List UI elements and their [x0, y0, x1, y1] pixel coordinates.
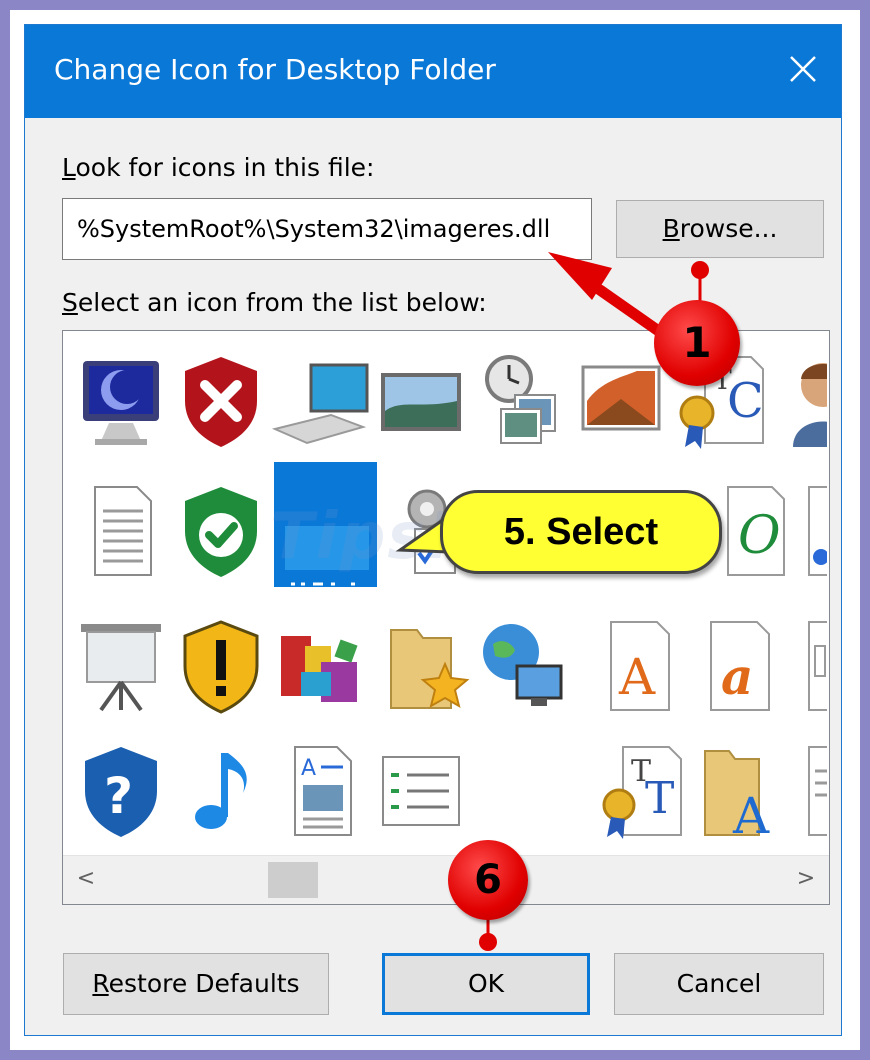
partial-icon[interactable]	[803, 616, 827, 716]
svg-text:T: T	[645, 773, 674, 824]
step-6-marker: 6	[448, 840, 528, 920]
projector-screen-icon[interactable]	[71, 616, 171, 716]
font-folder-icon[interactable]: A	[693, 741, 793, 841]
text-document-icon[interactable]	[71, 481, 171, 581]
scroll-thumb[interactable]	[268, 862, 318, 898]
shield-warning-icon[interactable]	[171, 616, 271, 716]
restore-defaults-button[interactable]: Restore Defaults	[63, 953, 329, 1015]
scroll-right-button[interactable]: >	[789, 862, 823, 896]
select-callout: 5. Select	[440, 490, 722, 574]
svg-text:A: A	[618, 648, 656, 706]
checklist-icon[interactable]	[371, 741, 471, 841]
dialog-title: Change Icon for Desktop Folder	[54, 53, 496, 86]
font-a-icon[interactable]: A	[593, 616, 693, 716]
font-a-italic-icon[interactable]: a	[693, 616, 793, 716]
svg-text:C: C	[727, 373, 764, 429]
close-button[interactable]	[783, 49, 823, 89]
shield-error-icon[interactable]	[171, 351, 271, 451]
title-bar: Change Icon for Desktop Folder	[25, 25, 841, 118]
network-globe-icon[interactable]	[471, 616, 571, 716]
blocks-icon[interactable]	[271, 616, 371, 716]
ok-button[interactable]: OK	[382, 953, 590, 1015]
svg-text:A: A	[732, 787, 770, 841]
horizontal-scrollbar[interactable]: < >	[63, 855, 829, 904]
file-label: Look for icons in this file:	[62, 153, 375, 182]
monitor-icon[interactable]	[71, 351, 171, 451]
truetype-icon[interactable]: TT	[593, 741, 693, 841]
step-1-marker: 1	[654, 300, 740, 386]
browse-button[interactable]: Browse...	[616, 200, 824, 258]
icon-list[interactable]: C T O A a ? A T T A < >	[62, 330, 830, 905]
cancel-button[interactable]: Cancel	[614, 953, 824, 1015]
star-folder-icon[interactable]	[381, 616, 481, 716]
icon-file-path-input[interactable]: %SystemRoot%\System32\imageres.dll	[62, 198, 592, 260]
svg-text:?: ?	[104, 767, 133, 825]
document-image-icon[interactable]: A	[271, 741, 371, 841]
shield-check-icon[interactable]	[171, 481, 271, 581]
svg-text:a: a	[721, 647, 753, 706]
icon-list-label: Select an icon from the list below:	[62, 288, 487, 317]
partial-icon[interactable]	[803, 741, 827, 841]
shield-question-icon[interactable]: ?	[71, 741, 171, 841]
photo-edit-icon[interactable]	[571, 351, 671, 451]
user-icon[interactable]	[771, 351, 827, 451]
svg-text:A: A	[301, 756, 316, 781]
svg-text:O: O	[738, 506, 781, 566]
scroll-left-button[interactable]: <	[69, 862, 103, 896]
landscape-picture-icon[interactable]	[371, 351, 471, 451]
computer-keyboard-icon[interactable]	[271, 351, 371, 451]
close-icon	[790, 56, 816, 82]
open-type-icon[interactable]: O	[708, 481, 808, 581]
partial-icon[interactable]	[803, 481, 827, 581]
clock-pictures-icon[interactable]	[471, 351, 571, 451]
music-note-icon[interactable]	[171, 741, 271, 841]
